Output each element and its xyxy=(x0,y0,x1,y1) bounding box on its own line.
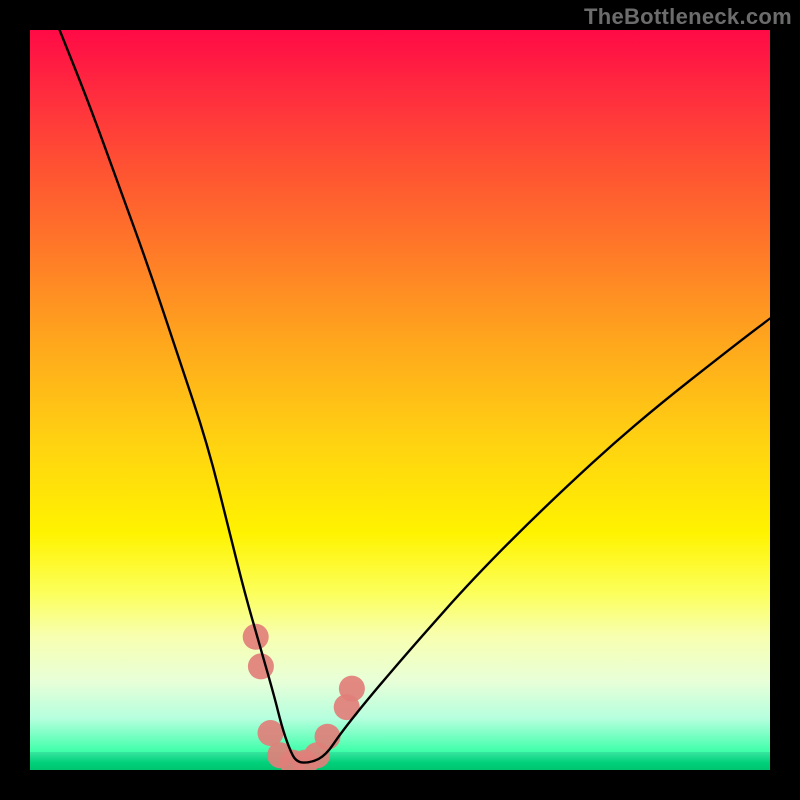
marker-dot xyxy=(339,676,365,702)
marker-dot xyxy=(248,653,274,679)
curve-layer xyxy=(30,30,770,770)
bottleneck-curve xyxy=(60,30,770,763)
watermark-text: TheBottleneck.com xyxy=(584,4,792,30)
plot-area xyxy=(30,30,770,770)
marker-dot xyxy=(258,720,284,746)
marker-dot xyxy=(315,724,341,750)
chart-frame: TheBottleneck.com xyxy=(0,0,800,800)
